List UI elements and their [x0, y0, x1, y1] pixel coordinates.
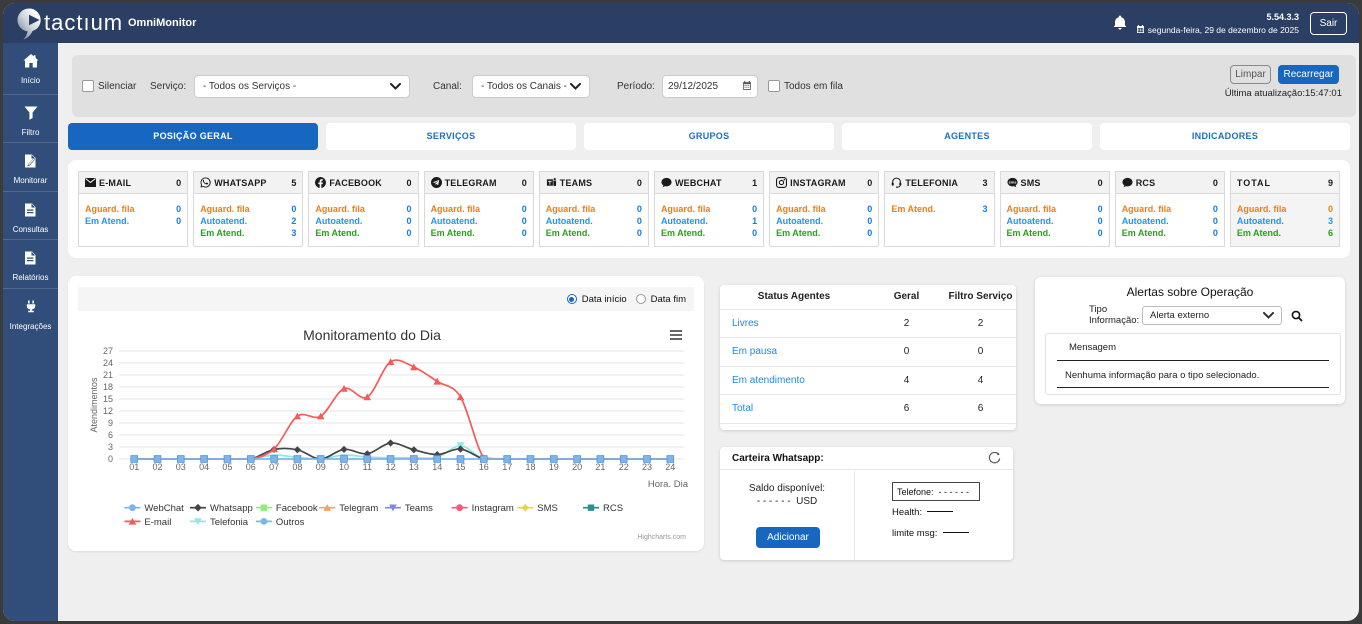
svg-text:3: 3 — [108, 442, 113, 452]
svg-text:Outros: Outros — [276, 517, 305, 528]
svg-text:0: 0 — [108, 454, 113, 464]
svg-text:12: 12 — [103, 406, 113, 416]
svg-text:E-mail: E-mail — [144, 517, 171, 528]
svg-text:21: 21 — [103, 370, 113, 380]
svg-text:Hora. Dia: Hora. Dia — [648, 479, 689, 490]
svg-text:14: 14 — [432, 462, 442, 472]
svg-text:22: 22 — [619, 462, 629, 472]
svg-text:23: 23 — [642, 462, 652, 472]
svg-text:Whatsapp: Whatsapp — [210, 503, 253, 514]
svg-text:27: 27 — [103, 346, 113, 356]
svg-text:02: 02 — [152, 462, 162, 472]
svg-text:09: 09 — [316, 462, 326, 472]
svg-text:18: 18 — [525, 462, 535, 472]
svg-text:Facebook: Facebook — [276, 503, 318, 514]
svg-text:17: 17 — [502, 462, 512, 472]
svg-text:21: 21 — [595, 462, 605, 472]
svg-text:10: 10 — [339, 462, 349, 472]
svg-text:Instagram: Instagram — [472, 503, 514, 514]
svg-text:9: 9 — [108, 418, 113, 428]
svg-text:6: 6 — [108, 430, 113, 440]
svg-text:01: 01 — [129, 462, 139, 472]
svg-text:RCS: RCS — [603, 503, 623, 514]
svg-text:Telefonia: Telefonia — [210, 517, 249, 528]
svg-text:04: 04 — [199, 462, 209, 472]
svg-text:WebChat: WebChat — [144, 503, 184, 514]
svg-text:Atendimentos: Atendimentos — [89, 377, 99, 433]
svg-text:SMS: SMS — [537, 503, 558, 514]
svg-text:20: 20 — [572, 462, 582, 472]
svg-text:15: 15 — [103, 394, 113, 404]
svg-text:11: 11 — [363, 462, 372, 472]
svg-text:06: 06 — [246, 462, 256, 472]
svg-text:24: 24 — [665, 462, 675, 472]
svg-text:Telegram: Telegram — [339, 503, 378, 514]
svg-text:03: 03 — [176, 462, 186, 472]
svg-text:19: 19 — [549, 462, 559, 472]
svg-text:08: 08 — [292, 462, 302, 472]
svg-text:13: 13 — [409, 462, 419, 472]
svg-text:12: 12 — [386, 462, 396, 472]
svg-text:sms: sms — [1008, 180, 1016, 185]
svg-text:24: 24 — [103, 358, 113, 368]
svg-text:Teams: Teams — [405, 503, 433, 514]
svg-text:15: 15 — [455, 462, 465, 472]
svg-text:18: 18 — [103, 382, 113, 392]
svg-text:05: 05 — [222, 462, 232, 472]
svg-text:16: 16 — [479, 462, 489, 472]
svg-text:07: 07 — [269, 462, 279, 472]
svg-text:Highcharts.com: Highcharts.com — [637, 534, 686, 541]
svg-text:Monitoramento do Dia: Monitoramento do Dia — [303, 327, 441, 343]
